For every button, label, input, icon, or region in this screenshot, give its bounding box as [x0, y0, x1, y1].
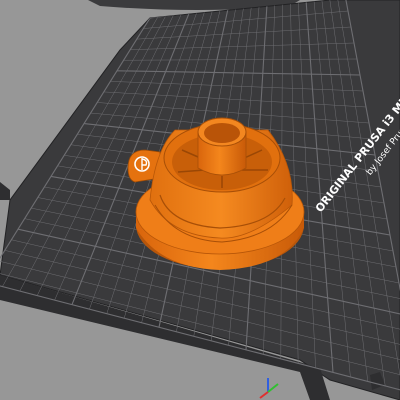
3d-viewport[interactable]: ORIGINAL PRUSA i3 MK3 by Josef Prusa [0, 0, 400, 400]
xyz-axes-icon [259, 378, 279, 399]
funnel-spout-hole [204, 123, 240, 143]
bed-clip-left [0, 182, 10, 200]
scene: ORIGINAL PRUSA i3 MK3 by Josef Prusa [0, 0, 400, 400]
